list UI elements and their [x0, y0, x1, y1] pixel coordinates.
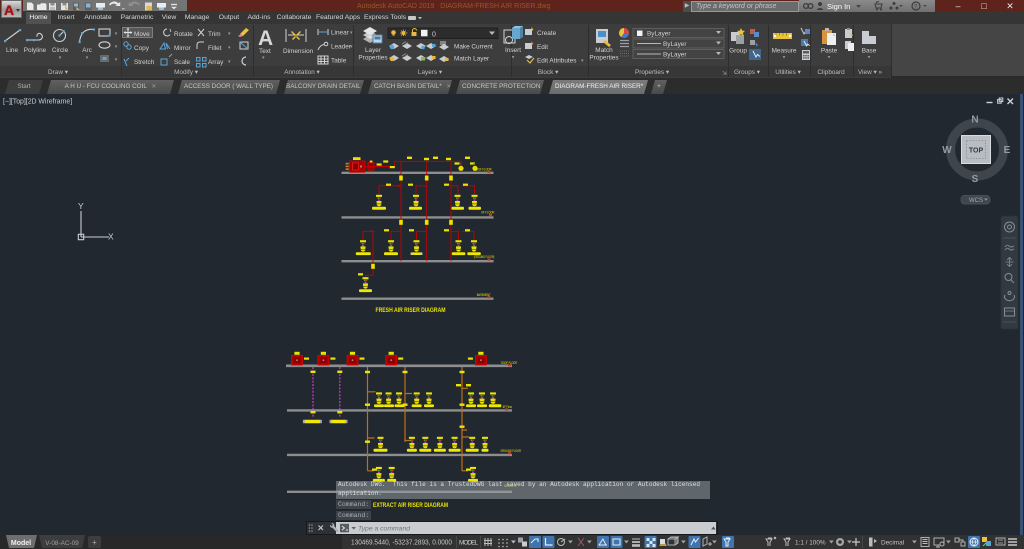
svg-text:Make Current: Make Current	[454, 44, 493, 51]
svg-text:N: N	[971, 115, 978, 126]
svg-text:Edit: Edit	[537, 44, 548, 51]
svg-text:130469.5440, -53237.2893, 0.00: 130469.5440, -53237.2893, 0.0000	[351, 540, 452, 547]
svg-text:Modify ▾: Modify ▾	[174, 69, 198, 76]
svg-text:Stretch: Stretch	[134, 59, 155, 66]
svg-text:V-08-AC-09: V-08-AC-09	[45, 540, 79, 547]
svg-text:Mirror: Mirror	[174, 45, 192, 52]
svg-text:View ▾ »: View ▾ »	[858, 69, 882, 76]
svg-text:E: E	[1004, 145, 1011, 156]
svg-text:Move: Move	[134, 31, 150, 38]
svg-text:Arc: Arc	[82, 47, 92, 54]
svg-text:Layer: Layer	[365, 47, 382, 54]
svg-text:Block ▾: Block ▾	[538, 69, 559, 76]
svg-text:Line: Line	[6, 47, 19, 54]
svg-text:ByLayer: ByLayer	[663, 52, 687, 59]
svg-text:Array: Array	[208, 59, 224, 66]
svg-text:Paste: Paste	[821, 48, 838, 55]
svg-text:WCS: WCS	[969, 198, 983, 204]
svg-text:Insert: Insert	[505, 47, 521, 54]
svg-text:Base: Base	[862, 48, 877, 55]
svg-text:Fillet: Fillet	[208, 45, 222, 52]
svg-text:Type a command: Type a command	[358, 525, 410, 532]
svg-text:Properties ▾: Properties ▾	[635, 69, 669, 76]
svg-text:Leader: Leader	[331, 44, 352, 51]
svg-text:W: W	[942, 145, 952, 156]
svg-text:1:1 / 100%: 1:1 / 100%	[795, 540, 826, 547]
svg-text:Decimal: Decimal	[881, 540, 904, 547]
svg-text:Scale: Scale	[174, 59, 190, 66]
svg-text:(GROUND FLOOR): (GROUND FLOOR)	[474, 254, 495, 259]
svg-text:+: +	[92, 538, 97, 547]
svg-text:S: S	[972, 174, 979, 185]
svg-text:⇲: ⇲	[722, 70, 727, 77]
svg-text:Group: Group	[729, 48, 747, 55]
svg-text:X: X	[108, 232, 114, 242]
svg-text:Draw ▾: Draw ▾	[48, 69, 68, 76]
svg-text:Y: Y	[78, 201, 84, 211]
svg-text:ROOF FLOOR: ROOF FLOOR	[474, 167, 492, 172]
svg-text:FRESH AIR RISER DIAGRAM: FRESH AIR RISER DIAGRAM	[376, 307, 446, 314]
svg-text:[−][Top][2D Wireframe]: [−][Top][2D Wireframe]	[3, 99, 72, 106]
svg-text:Create: Create	[537, 30, 557, 37]
svg-text:Dimension: Dimension	[283, 48, 314, 55]
svg-text:Polyline: Polyline	[24, 47, 47, 54]
svg-text:0: 0	[432, 32, 436, 39]
svg-text:Text: Text	[259, 48, 271, 55]
svg-text:Sign In: Sign In	[827, 2, 850, 11]
svg-text:Properties: Properties	[589, 55, 618, 62]
svg-text:Edit Attributes: Edit Attributes	[537, 58, 576, 65]
svg-text:Trim: Trim	[208, 31, 221, 38]
svg-text:6F Floor: 6F Floor	[503, 404, 513, 409]
svg-text:Copy: Copy	[134, 45, 150, 52]
svg-text:Model: Model	[11, 540, 31, 547]
svg-text:ROOF FLOOR: ROOF FLOOR	[501, 360, 517, 365]
svg-text:Groups ▾: Groups ▾	[734, 69, 760, 76]
svg-text:TOP: TOP	[969, 148, 984, 155]
svg-text:ByLayer: ByLayer	[647, 31, 671, 38]
svg-text:Match: Match	[595, 47, 613, 54]
svg-text:MODEL: MODEL	[459, 540, 478, 547]
svg-text:Clipboard: Clipboard	[817, 69, 845, 76]
svg-text:Measure: Measure	[772, 48, 797, 55]
svg-text:Match Layer: Match Layer	[454, 56, 490, 63]
svg-text:Layers ▾: Layers ▾	[418, 69, 442, 76]
svg-text:BASEMENT: BASEMENT	[477, 292, 491, 297]
svg-text:A: A	[258, 27, 273, 50]
svg-text:Table: Table	[331, 58, 347, 65]
svg-text:6F FLOOR: 6F FLOOR	[481, 210, 494, 215]
svg-text:Annotation ▾: Annotation ▾	[284, 69, 320, 76]
svg-text:EXTRACT AIR RISER DIAGRAM: EXTRACT AIR RISER DIAGRAM	[373, 502, 448, 509]
svg-text:Rotate: Rotate	[174, 31, 193, 38]
svg-text:Utilities ▾: Utilities ▾	[775, 69, 801, 76]
svg-text:GROUND FLOOR: GROUND FLOOR	[501, 448, 522, 453]
svg-text:Properties: Properties	[358, 55, 387, 62]
svg-text:ByLayer: ByLayer	[663, 41, 687, 48]
svg-text:Linear: Linear	[331, 30, 350, 37]
svg-text:Circle: Circle	[52, 47, 69, 54]
